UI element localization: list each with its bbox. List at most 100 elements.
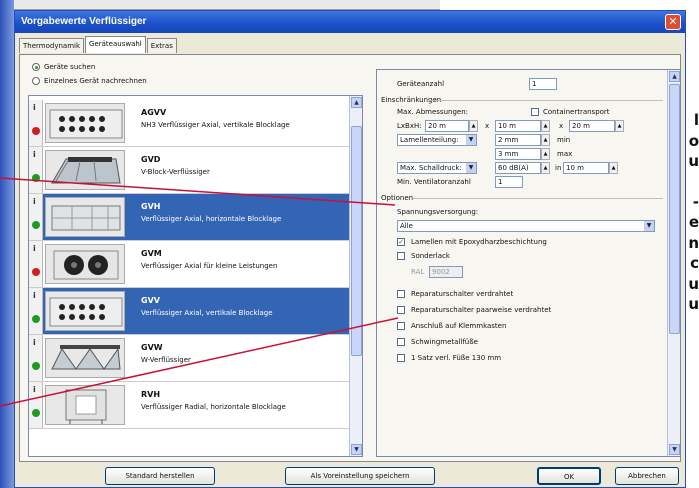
vibration-mount-checkbox[interactable] <box>397 338 405 346</box>
voltage-combo[interactable]: Alle ▼ <box>397 220 655 232</box>
special-paint-label: Sonderlack <box>411 252 450 260</box>
device-name: GVV <box>141 296 160 305</box>
fin-spacing-combo[interactable]: Lamellenteilung: ▼ <box>397 134 477 146</box>
scroll-thumb[interactable] <box>669 84 680 334</box>
scroll-up-icon[interactable]: ▲ <box>351 97 362 108</box>
device-thumbnail <box>45 197 125 237</box>
scroll-thumb[interactable] <box>351 126 362 356</box>
cancel-button[interactable]: Abbrechen <box>615 467 679 485</box>
list-item[interactable]: i GVW W-Verflüssiger <box>29 335 350 382</box>
ok-button[interactable]: OK <box>537 467 601 485</box>
list-item[interactable]: i RVH Verflüssiger Radial, horizontale B… <box>29 382 350 429</box>
device-thumbnail <box>45 385 125 425</box>
radio-button[interactable] <box>32 77 40 85</box>
scroll-up-icon[interactable]: ▲ <box>669 71 680 82</box>
device-name: RVH <box>141 390 161 399</box>
feet-set-checkbox[interactable] <box>397 354 405 362</box>
ral-label: RAL <box>411 268 425 276</box>
height-spinner[interactable]: ▲ <box>615 120 624 132</box>
background-window <box>0 0 440 10</box>
chevron-down-icon[interactable]: ▼ <box>466 135 476 145</box>
device-name: GVM <box>141 249 162 258</box>
scroll-down-icon[interactable]: ▼ <box>669 444 680 455</box>
sound-distance-spinner[interactable]: ▲ <box>609 162 618 174</box>
min-fans-field[interactable]: 1 <box>495 176 523 188</box>
device-thumbnail <box>45 338 125 378</box>
radio-recalc-device[interactable]: Einzelnes Gerät nachrechnen <box>32 77 147 85</box>
tab-thermodynamik[interactable]: Thermodynamik <box>19 38 85 53</box>
list-item[interactable]: i GVH Verflüssiger Axial, horizontale Bl… <box>29 194 350 241</box>
preferences-dialog: Vorgabewerte Verflüssiger ✕ Thermodynami… <box>14 10 686 488</box>
sound-level-field[interactable]: 60 dB(A) <box>495 162 541 174</box>
tab-extras[interactable]: Extras <box>146 38 177 53</box>
settings-panel: Geräteanzahl 1 Einschränkungen Max. Abme… <box>376 69 681 457</box>
device-description: W-Verflüssiger <box>141 356 191 364</box>
width-spinner[interactable]: ▲ <box>541 120 550 132</box>
times-sign: x <box>559 122 564 130</box>
switch-pair-checkbox[interactable] <box>397 306 405 314</box>
sound-pressure-label: Max. Schalldruck: <box>400 164 462 172</box>
device-thumbnail <box>45 244 125 284</box>
length-field[interactable]: 20 m <box>425 120 469 132</box>
epoxy-checkbox[interactable]: ✓ <box>397 238 405 246</box>
special-paint-checkbox[interactable] <box>397 252 405 260</box>
device-count-field[interactable]: 1 <box>529 78 557 90</box>
fin-min-unit: min <box>557 136 571 144</box>
terminal-label: Anschluß auf Klemmkasten <box>411 322 507 330</box>
list-item[interactable]: i GVV Verflüssiger Axial, vertikale Bloc… <box>29 288 350 335</box>
settings-scrollbar[interactable]: ▲ ▼ <box>667 70 680 456</box>
fin-max-field[interactable]: 3 mm <box>495 148 541 160</box>
save-as-default-button[interactable]: Als Voreinstellung speichern <box>285 467 435 485</box>
fin-max-spinner[interactable]: ▲ <box>541 148 550 160</box>
info-icon[interactable]: i <box>33 197 36 206</box>
status-green-icon <box>32 174 40 182</box>
info-icon[interactable]: i <box>33 103 36 112</box>
height-field[interactable]: 20 m <box>569 120 615 132</box>
fin-min-spinner[interactable]: ▲ <box>541 134 550 146</box>
switch-checkbox[interactable] <box>397 290 405 298</box>
tab-geraeteauswahl[interactable]: Geräteauswahl <box>85 36 146 53</box>
device-list: i AGVV NH3 Verflüssiger Axial, vertikale… <box>28 95 363 457</box>
container-label: Containertransport <box>543 108 610 116</box>
device-name: GVD <box>141 155 161 164</box>
list-item[interactable]: i GVD V-Block-Verflüssiger <box>29 147 350 194</box>
divider <box>427 100 663 101</box>
info-icon[interactable]: i <box>33 338 36 347</box>
voltage-label: Spannungsversorgung: <box>397 208 479 216</box>
width-field[interactable]: 10 m <box>495 120 541 132</box>
radio-search-devices[interactable]: Geräte suchen <box>32 63 95 71</box>
info-icon[interactable]: i <box>33 291 36 300</box>
radio-button-selected[interactable] <box>32 63 40 71</box>
sound-pressure-combo[interactable]: Max. Schalldruck: ▼ <box>397 162 477 174</box>
status-red-icon <box>32 268 40 276</box>
restore-defaults-button[interactable]: Standard herstellen <box>105 467 215 485</box>
info-icon[interactable]: i <box>33 385 36 394</box>
length-spinner[interactable]: ▲ <box>469 120 478 132</box>
sound-level-spinner[interactable]: ▲ <box>541 162 550 174</box>
times-sign: x <box>485 122 490 130</box>
fin-min-field[interactable]: 2 mm <box>495 134 541 146</box>
info-column: i <box>29 147 43 193</box>
info-icon[interactable]: i <box>33 244 36 253</box>
chevron-down-icon[interactable]: ▼ <box>466 163 476 173</box>
container-checkbox[interactable] <box>531 108 539 116</box>
device-list-scrollbar[interactable]: ▲ ▼ <box>349 96 362 456</box>
list-item[interactable]: i AGVV NH3 Verflüssiger Axial, vertikale… <box>29 100 350 147</box>
title-bar: Vorgabewerte Verflüssiger <box>15 11 685 33</box>
dialog-title: Vorgabewerte Verflüssiger <box>21 16 147 27</box>
sound-distance-field[interactable]: 10 m <box>563 162 609 174</box>
ral-field[interactable]: 9002 <box>429 266 463 278</box>
close-button[interactable]: ✕ <box>665 14 681 30</box>
feet-set-label: 1 Satz verl. Füße 130 mm <box>411 354 502 362</box>
radio-label: Einzelnes Gerät nachrechnen <box>44 77 147 85</box>
device-name: AGVV <box>141 108 167 117</box>
info-column: i <box>29 288 43 334</box>
info-icon[interactable]: i <box>33 150 36 159</box>
min-fans-label: Min. Ventilatoranzahl <box>397 178 471 186</box>
status-green-icon <box>32 362 40 370</box>
terminal-checkbox[interactable] <box>397 322 405 330</box>
chevron-down-icon[interactable]: ▼ <box>644 221 654 231</box>
list-item[interactable]: i GVM Verflüssiger Axial für kleine Leis… <box>29 241 350 288</box>
scroll-down-icon[interactable]: ▼ <box>351 444 362 455</box>
epoxy-label: Lamellen mit Epoxydharzbeschichtung <box>411 238 547 246</box>
